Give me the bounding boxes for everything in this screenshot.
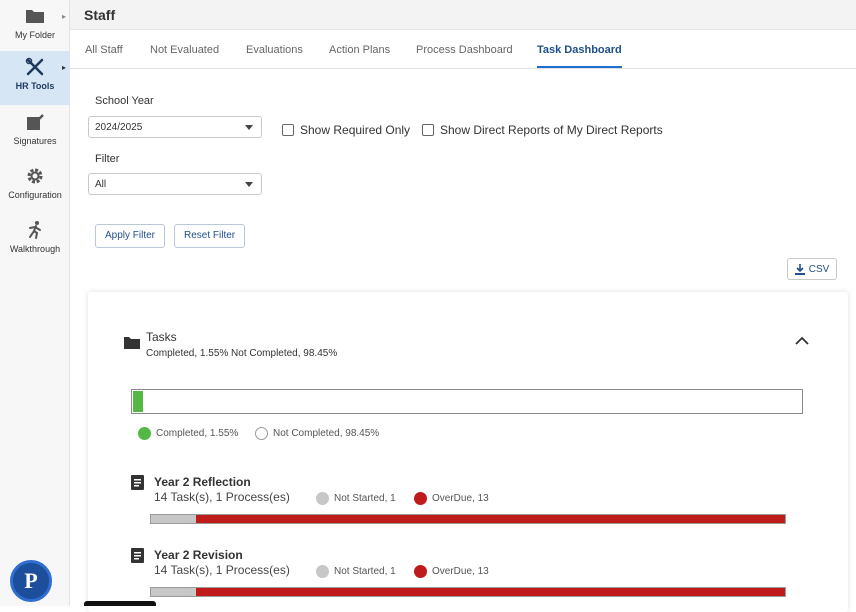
csv-label: CSV <box>808 263 830 275</box>
filter-label: Filter <box>95 153 120 165</box>
sidebar-item-label: Configuration <box>8 190 62 200</box>
school-year-value: 2024/2025 <box>95 122 143 133</box>
task-list-icon <box>131 548 144 563</box>
legend-not-completed: Not Completed, 98.45% <box>255 427 379 440</box>
completion-progress-bar <box>131 389 803 414</box>
bar-segment-not-started <box>151 515 197 523</box>
chevron-down-icon <box>245 182 253 187</box>
legend-label: Completed, 1.55% <box>156 428 239 439</box>
progress-fill-completed <box>133 391 144 412</box>
checkbox-label: Show Direct Reports of My Direct Reports <box>440 123 663 137</box>
legend-dot-not-completed <box>255 427 268 440</box>
sidebar-item-label: Signatures <box>13 136 57 146</box>
status-dot-not-started <box>316 565 329 578</box>
sidebar: ▸ My Folder ▸ HR Tools Signatures Config… <box>0 0 70 606</box>
page-header: Staff <box>70 0 856 30</box>
gear-icon <box>0 166 70 186</box>
bar-segment-not-started <box>151 588 197 596</box>
chevron-down-icon <box>245 125 253 130</box>
csv-download-button[interactable]: CSV <box>787 258 837 280</box>
sidebar-item-label: HR Tools <box>15 81 55 91</box>
status-label: Not Started, 1 <box>334 493 396 504</box>
status-overdue: OverDue, 13 <box>414 565 489 578</box>
sidebar-item-walkthrough[interactable]: Walkthrough <box>0 214 70 268</box>
status-not-started: Not Started, 1 <box>316 565 396 578</box>
tools-icon <box>0 57 70 77</box>
card-subtitle: Completed, 1.55% Not Completed, 98.45% <box>146 348 338 359</box>
sidebar-item-signatures[interactable]: Signatures <box>0 106 70 160</box>
task-status-bar <box>150 587 786 597</box>
status-not-started: Not Started, 1 <box>316 492 396 505</box>
sidebar-item-hr-tools[interactable]: ▸ HR Tools <box>0 51 70 105</box>
chevron-right-icon: ▸ <box>61 12 66 21</box>
checkbox-box[interactable] <box>422 124 434 136</box>
chevron-right-icon: ▸ <box>61 63 66 72</box>
apply-filter-button[interactable]: Apply Filter <box>95 224 166 248</box>
bottom-dock-tab <box>84 601 156 606</box>
tab-not-evaluated[interactable]: Not Evaluated <box>150 44 219 56</box>
tab-task-dashboard[interactable]: Task Dashboard <box>537 44 622 68</box>
school-year-select[interactable]: 2024/2025 <box>88 116 262 138</box>
checkbox-label: Show Required Only <box>300 123 411 137</box>
tab-evaluations[interactable]: Evaluations <box>246 44 303 56</box>
sidebar-item-configuration[interactable]: Configuration <box>0 160 70 214</box>
checkbox-box[interactable] <box>282 124 294 136</box>
task-name: Year 2 Reflection <box>154 475 251 489</box>
task-counts: 14 Task(s), 1 Process(es) <box>154 490 290 504</box>
legend-completed: Completed, 1.55% <box>138 427 238 440</box>
status-label: Not Started, 1 <box>334 566 396 577</box>
legend-label: Not Completed, 98.45% <box>273 428 380 439</box>
task-status-bar <box>150 514 786 524</box>
card-title: Tasks <box>146 330 177 344</box>
app-logo[interactable]: P <box>10 560 52 602</box>
status-overdue: OverDue, 13 <box>414 492 489 505</box>
legend-dot-completed <box>138 427 151 440</box>
tab-action-plans[interactable]: Action Plans <box>329 44 390 56</box>
folder-icon <box>124 337 140 349</box>
filter-value: All <box>95 179 107 190</box>
reset-filter-button[interactable]: Reset Filter <box>174 224 246 248</box>
show-required-only-checkbox[interactable]: Show Required Only <box>282 123 410 137</box>
show-direct-reports-checkbox[interactable]: Show Direct Reports of My Direct Reports <box>422 123 663 137</box>
task-name: Year 2 Revision <box>154 548 243 562</box>
folder-icon <box>0 6 70 26</box>
tasks-card: Tasks Completed, 1.55% Not Completed, 98… <box>88 292 848 612</box>
tab-process-dashboard[interactable]: Process Dashboard <box>416 44 513 56</box>
status-dot-not-started <box>316 492 329 505</box>
school-year-label: School Year <box>95 95 154 107</box>
status-dot-overdue <box>414 565 427 578</box>
status-dot-overdue <box>414 492 427 505</box>
tab-bar: All Staff Not Evaluated Evaluations Acti… <box>70 30 856 69</box>
signature-icon <box>0 112 70 132</box>
status-label: OverDue, 13 <box>432 566 489 577</box>
download-icon <box>794 263 805 275</box>
task-counts: 14 Task(s), 1 Process(es) <box>154 563 290 577</box>
filter-select[interactable]: All <box>88 173 262 195</box>
sidebar-item-my-folder[interactable]: ▸ My Folder <box>0 0 70 54</box>
sidebar-item-label: Walkthrough <box>9 244 61 254</box>
walk-icon <box>0 220 70 240</box>
chevron-up-icon[interactable] <box>794 336 810 346</box>
status-label: OverDue, 13 <box>432 493 489 504</box>
tab-all-staff[interactable]: All Staff <box>85 44 123 56</box>
task-list-icon <box>131 475 144 490</box>
page-title: Staff <box>84 7 116 23</box>
sidebar-item-label: My Folder <box>14 30 55 40</box>
